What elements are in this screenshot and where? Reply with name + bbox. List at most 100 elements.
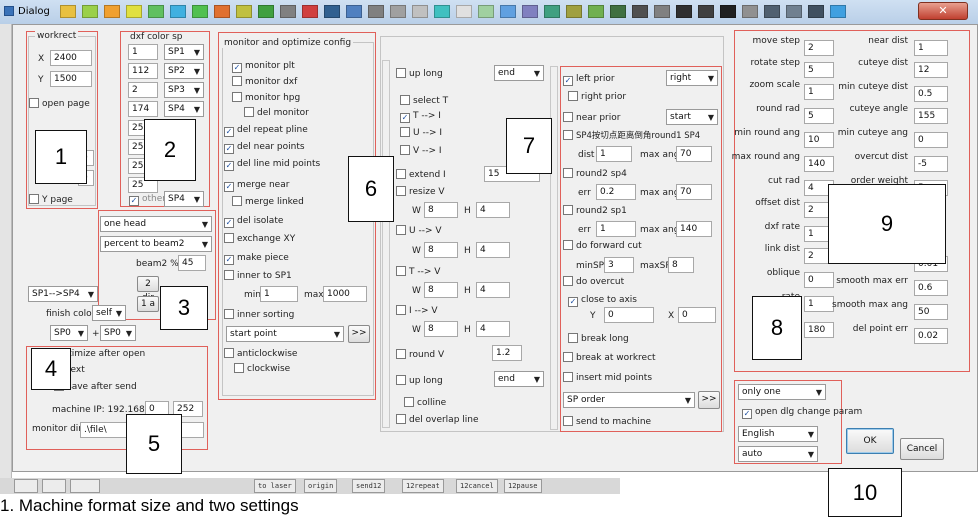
toolbar-icon[interactable] [830,5,846,18]
taskbar-button-1[interactable] [42,479,66,493]
close-to-axis-checkbox[interactable]: ✓ close to axis [568,294,637,308]
monitor-option-checkbox[interactable]: ✓ del near points [224,141,305,155]
resize-h-input[interactable]: 4 [476,202,510,218]
sp-conversion-select[interactable]: SP1-->SP4 ▼ [28,286,98,302]
param-input[interactable]: 50 [914,304,948,320]
extend-i-checkbox[interactable]: extend I [396,169,446,183]
anticlockwise-checkbox[interactable]: anticlockwise [224,348,297,362]
param-input[interactable]: 1 [914,40,948,56]
monitor-option-checkbox[interactable]: ✓ merge near [224,179,289,193]
up-long-select[interactable]: end ▼ [494,65,544,81]
sp-order-select[interactable]: SP order ▼ [563,392,695,408]
clockwise-checkbox[interactable]: clockwise [234,363,290,377]
param-input[interactable]: 0.02 [914,328,948,344]
param-input[interactable]: 0 [804,272,834,288]
toolbar-icon[interactable] [522,5,538,18]
dxf-color-input[interactable]: 112 [128,63,158,79]
dist-input[interactable]: 1 [596,146,632,162]
axis-x-input[interactable]: 0 [678,307,716,323]
monitor-option-checkbox[interactable]: ✓ del isolate [224,215,283,229]
min-sp-input[interactable]: 3 [604,257,634,273]
err-2-input[interactable]: 1 [596,221,636,237]
param-input[interactable]: 0.5 [914,86,948,102]
param-input[interactable]: 10 [804,132,834,148]
forward-cut-checkbox[interactable]: do forward cut [563,240,642,254]
up-long-checkbox[interactable]: up long [396,68,443,82]
toolbar-icon[interactable] [764,5,780,18]
round-v-input[interactable]: 1.2 [492,345,522,361]
monitor-option-checkbox[interactable]: ✓ monitor plt [232,60,295,74]
param-input[interactable]: 155 [914,108,948,124]
toolbar-icon[interactable] [786,5,802,18]
axis-y-input[interactable]: 0 [604,307,654,323]
dxf-color-input[interactable]: 1 [128,44,158,60]
toolbar-icon[interactable] [390,5,406,18]
toolbar-icon[interactable] [214,5,230,18]
monitor-option-checkbox[interactable]: inner to SP1 [224,270,292,284]
toolbar-icon[interactable] [434,5,450,18]
up-long-2-checkbox[interactable]: up long [396,375,443,389]
max-ang-input[interactable]: 70 [676,146,712,162]
dxf-sp-select[interactable]: SP4 ▼ [164,101,204,117]
round-v-checkbox[interactable]: round V [396,349,444,363]
toolbar-icon[interactable] [192,5,208,18]
dxf-color-input[interactable]: 174 [128,101,158,117]
cancel-button[interactable]: Cancel [900,438,944,460]
left-prior-select[interactable]: right ▼ [666,70,718,86]
insert-mid-checkbox[interactable]: insert mid points [563,372,652,386]
inner-sorting-checkbox[interactable]: inner sorting [224,309,294,323]
open-dlg-checkbox[interactable]: ✓ open dlg change param [742,406,862,420]
select-t-checkbox[interactable]: select T [400,95,448,109]
toolbar-icon[interactable] [808,5,824,18]
toolbar-icon[interactable] [478,5,494,18]
param-input[interactable]: 5 [804,62,834,78]
del-overlap-checkbox[interactable]: del overlap line [396,414,479,428]
monitor-option-checkbox[interactable]: ✓ del line mid points [224,158,320,172]
overcut-checkbox[interactable]: do overcut [563,276,624,290]
toolbar-icon[interactable] [82,5,98,18]
u-w-input[interactable]: 8 [424,242,458,258]
taskbar-button-2[interactable] [70,479,100,493]
open-page-checkbox[interactable]: open page [29,98,90,112]
right-prior-checkbox[interactable]: right prior [568,91,626,105]
toolbar-icon[interactable] [148,5,164,18]
monitor-option-checkbox[interactable]: ✓ make piece [224,252,289,266]
toolbar-icon[interactable] [610,5,626,18]
percent-select[interactable]: percent to beam2 ▼ [100,236,212,252]
max-ang-3-input[interactable]: 140 [676,221,712,237]
t-to-i-checkbox[interactable]: ✓ T --> I [400,110,441,124]
t-w-input[interactable]: 8 [424,282,458,298]
toolbar-icon[interactable] [698,5,714,18]
round2-sp4-checkbox[interactable]: round2 sp4 [563,168,627,182]
param-input[interactable]: -5 [914,156,948,172]
taskbar-button-12pause[interactable]: 12pause [504,479,542,493]
toolbar-icon[interactable] [170,5,186,18]
err-input[interactable]: 0.2 [596,184,636,200]
param-input[interactable]: 0 [914,132,948,148]
taskbar-button-to-laser[interactable]: to laser [254,479,296,493]
break-workrect-checkbox[interactable]: break at workrect [563,352,656,366]
other-sp-select[interactable]: SP4 ▼ [164,191,204,207]
toolbar-icon[interactable] [368,5,384,18]
monitor-option-checkbox[interactable]: del monitor [244,107,309,121]
toolbar-icon[interactable] [346,5,362,18]
send-to-machine-checkbox[interactable]: send to machine [563,416,651,430]
up-long-2-select[interactable]: end ▼ [494,371,544,387]
start-point-go-button[interactable]: >> [348,325,370,343]
toolbar-icon[interactable] [324,5,340,18]
toolbar-icon[interactable] [632,5,648,18]
toolbar-icon[interactable] [104,5,120,18]
taskbar-button-origin[interactable]: origin [304,479,338,493]
round2-sp1-checkbox[interactable]: round2 sp1 [563,205,627,219]
u-h-input[interactable]: 4 [476,242,510,258]
sp-order-go-button[interactable]: >> [698,391,720,409]
toolbar-icon[interactable] [456,5,472,18]
max-ang-2-input[interactable]: 70 [676,184,712,200]
param-input[interactable]: 5 [804,108,834,124]
i-h-input[interactable]: 4 [476,321,510,337]
t-h-input[interactable]: 4 [476,282,510,298]
max-sp-input[interactable]: 8 [668,257,694,273]
monitor-option-checkbox[interactable]: ✓ del repeat pline [224,124,308,138]
monitor-option-checkbox[interactable]: exchange XY [224,233,295,247]
beam2-input[interactable]: 45 [178,255,206,271]
